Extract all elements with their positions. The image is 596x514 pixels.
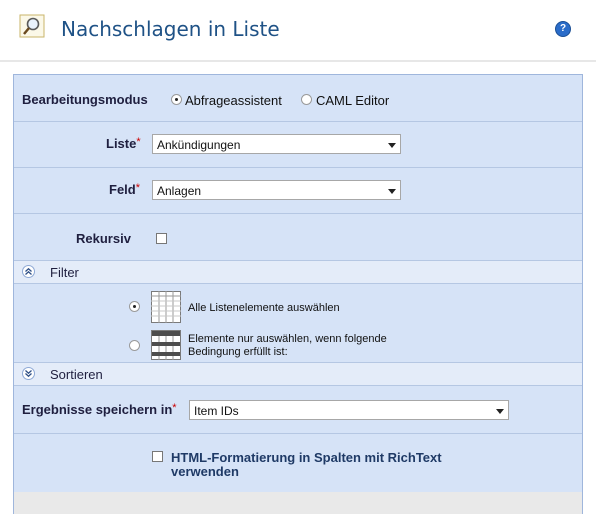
chevron-down-icon [388, 189, 396, 194]
chevron-down-icon[interactable] [22, 367, 35, 380]
mode-label: Bearbeitungsmodus [22, 92, 148, 107]
page-title: Nachschlagen in Liste [61, 17, 280, 41]
list-label-text: Liste [106, 136, 137, 151]
mode-option-wizard-label: Abfrageassistent [185, 93, 282, 108]
filter-section-label: Filter [50, 265, 79, 280]
sort-section-label: Sortieren [50, 367, 103, 382]
filter-option-condition-line2: Bedingung erfüllt ist: [188, 346, 288, 358]
list-all-icon [151, 291, 181, 323]
recursive-checkbox[interactable] [156, 233, 167, 244]
html-format-checkbox[interactable] [152, 451, 163, 462]
recursive-row: Rekursiv [14, 214, 582, 260]
field-select-value: Anlagen [157, 184, 202, 198]
html-format-label-line2: verwenden [171, 464, 239, 479]
store-results-label: Ergebnisse speichern in* [22, 402, 177, 417]
field-select[interactable]: Anlagen [152, 180, 401, 200]
list-select-value: Ankündigungen [157, 138, 241, 152]
filter-radio-all[interactable] [129, 301, 140, 312]
html-format-label-line1: HTML-Formatierung in Spalten mit RichTex… [171, 450, 442, 465]
mode-radio-wizard[interactable] [171, 94, 182, 105]
mode-option-caml-label: CAML Editor [316, 93, 390, 108]
help-icon[interactable]: ? [555, 21, 571, 37]
store-results-select[interactable]: Item IDs [189, 400, 509, 420]
sort-section-header[interactable]: Sortieren [14, 362, 582, 386]
mode-radio-caml[interactable] [301, 94, 312, 105]
filter-option-all-label: Alle Listenelemente auswählen [188, 302, 340, 314]
header-divider [0, 60, 596, 62]
field-label: Feld* [109, 182, 140, 197]
list-row: Liste* Ankündigungen [14, 122, 582, 168]
chevron-up-icon[interactable] [22, 265, 35, 278]
list-filter-icon [151, 330, 181, 360]
magnifier-icon [19, 14, 45, 38]
dialog-header: Nachschlagen in Liste ? [0, 0, 596, 60]
list-label: Liste* [106, 136, 141, 151]
filter-option-condition-line1: Elemente nur auswählen, wenn folgende [188, 333, 387, 345]
chevron-down-icon [388, 143, 396, 148]
list-select[interactable]: Ankündigungen [152, 134, 401, 154]
store-results-row: Ergebnisse speichern in* Item IDs [14, 386, 582, 434]
html-format-row: HTML-Formatierung in Spalten mit RichTex… [14, 434, 582, 491]
chevron-down-icon [496, 409, 504, 414]
field-row: Feld* Anlagen [14, 168, 582, 214]
panel-footer [14, 492, 582, 514]
store-results-select-value: Item IDs [194, 404, 239, 418]
filter-radio-condition[interactable] [129, 340, 140, 351]
required-marker: * [135, 182, 141, 194]
field-label-text: Feld [109, 182, 136, 197]
required-marker: * [172, 402, 177, 414]
mode-row: Bearbeitungsmodus Abfrageassistent CAML … [14, 75, 582, 122]
filter-section-header[interactable]: Filter [14, 260, 582, 284]
required-marker: * [136, 136, 141, 148]
store-results-label-text: Ergebnisse speichern in [22, 402, 173, 417]
recursive-label: Rekursiv [76, 231, 131, 246]
form-panel: Bearbeitungsmodus Abfrageassistent CAML … [13, 74, 583, 514]
